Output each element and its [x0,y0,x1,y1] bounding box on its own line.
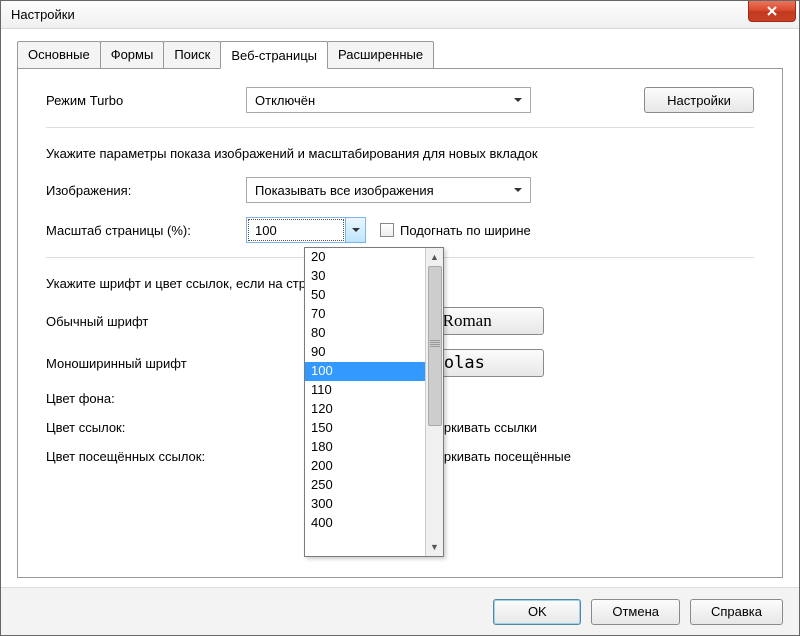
help-button[interactable]: Справка [690,599,783,625]
cancel-button[interactable]: Отмена [591,599,680,625]
bgcolor-label: Цвет фона: [46,391,246,406]
tab-panel-webpages: Режим Turbo Отключён Настройки Укажите п… [17,68,783,578]
zoom-option[interactable]: 150 [305,419,425,438]
turbo-row: Режим Turbo Отключён Настройки [46,87,754,113]
zoom-dropdown[interactable]: 203050708090100110120150180200250300400 … [304,247,444,557]
scrollbar[interactable]: ▲ ▼ [425,248,443,556]
zoom-option[interactable]: 30 [305,267,425,286]
divider-1 [46,127,754,128]
zoom-option[interactable]: 50 [305,286,425,305]
scroll-up-icon[interactable]: ▲ [426,248,443,266]
settings-window: Настройки Основные Формы Поиск Веб-стран… [0,0,800,636]
ok-button[interactable]: OK [493,599,581,625]
checkbox-icon [380,223,394,237]
zoom-option[interactable]: 110 [305,381,425,400]
zoom-option[interactable]: 300 [305,495,425,514]
zoom-option[interactable]: 90 [305,343,425,362]
images-description: Укажите параметры показа изображений и м… [46,146,754,161]
titlebar: Настройки [1,1,799,29]
dialog-footer: OK Отмена Справка [1,587,799,635]
turbo-combo[interactable]: Отключён [246,87,531,113]
close-button[interactable] [748,1,796,22]
zoom-option[interactable]: 80 [305,324,425,343]
visited-label: Цвет посещённых ссылок: [46,449,266,464]
zoom-label: Масштаб страницы (%): [46,223,246,238]
zoom-combo-button[interactable] [345,218,365,242]
fit-width-checkbox[interactable]: Подогнать по ширине [380,223,531,238]
images-combo[interactable]: Показывать все изображения [246,177,531,203]
tab-search[interactable]: Поиск [163,41,221,68]
mono-font-label: Моноширинный шрифт [46,356,246,371]
linkcolor-label: Цвет ссылок: [46,420,246,435]
content-area: Основные Формы Поиск Веб-страницы Расшир… [1,29,799,587]
zoom-option[interactable]: 120 [305,400,425,419]
zoom-row: Масштаб страницы (%): 100 Подогнать по ш… [46,217,754,243]
window-title: Настройки [11,7,75,22]
zoom-option[interactable]: 250 [305,476,425,495]
normal-font-label: Обычный шрифт [46,314,246,329]
tab-forms[interactable]: Формы [100,41,165,68]
zoom-option[interactable]: 20 [305,248,425,267]
zoom-option[interactable]: 180 [305,438,425,457]
images-label: Изображения: [46,183,246,198]
zoom-dropdown-list: 203050708090100110120150180200250300400 [305,248,425,556]
tab-advanced[interactable]: Расширенные [327,41,434,68]
images-row: Изображения: Показывать все изображения [46,177,754,203]
zoom-option[interactable]: 200 [305,457,425,476]
tab-main[interactable]: Основные [17,41,101,68]
tab-webpages[interactable]: Веб-страницы [220,41,328,69]
scroll-gripper-icon [430,340,440,348]
turbo-label: Режим Turbo [46,93,246,108]
turbo-settings-button[interactable]: Настройки [644,87,754,113]
close-icon [767,6,777,16]
tabs: Основные Формы Поиск Веб-страницы Расшир… [17,41,783,68]
zoom-option[interactable]: 70 [305,305,425,324]
zoom-combo[interactable]: 100 [246,217,366,243]
zoom-option[interactable]: 400 [305,514,425,533]
zoom-option[interactable]: 100 [305,362,425,381]
scroll-down-icon[interactable]: ▼ [426,538,443,556]
